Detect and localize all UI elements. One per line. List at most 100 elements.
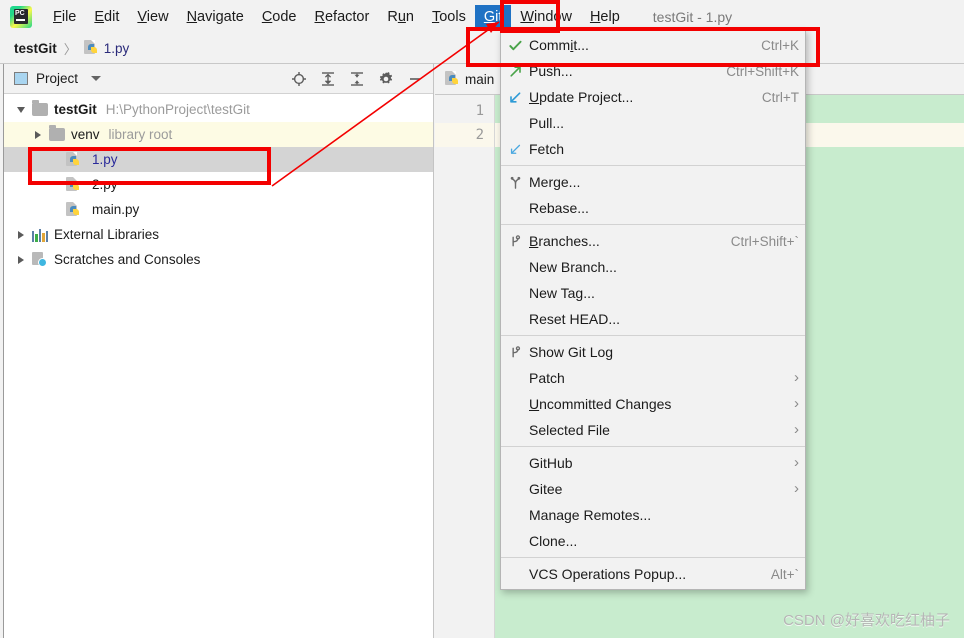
python-file-icon	[66, 201, 81, 218]
csdn-watermark: CSDN @好喜欢吃红柚子	[783, 612, 950, 629]
tree-node-label: 2.py	[92, 177, 118, 192]
git-menu-item-branches[interactable]: Branches... Ctrl+Shift+`	[501, 228, 805, 254]
git-menu-item-gitee[interactable]: Gitee ›	[501, 476, 805, 502]
git-menu-item-clone[interactable]: Clone...	[501, 528, 805, 554]
tree-expander-closed-icon[interactable]	[10, 255, 32, 264]
git-menu-item-label: Rebase...	[529, 200, 589, 216]
python-file-icon	[83, 40, 99, 56]
git-menu-item-label: Push...	[529, 63, 573, 79]
breadcrumb-project[interactable]: testGit	[14, 41, 57, 56]
chevron-right-icon	[18, 255, 24, 264]
git-menu-item-shortcut: Ctrl+K	[761, 37, 799, 53]
menu-separator	[501, 165, 805, 166]
python-file-icon	[445, 71, 460, 87]
git-menu-item-show-git-log[interactable]: Show Git Log	[501, 339, 805, 365]
pycharm-logo-icon: PC	[10, 5, 32, 28]
tree-node-testgit[interactable]: testGit H:\PythonProject\testGit	[4, 97, 433, 122]
git-dropdown-menu[interactable]: Commit... Ctrl+K Push... Ctrl+Shift+K Update…	[500, 29, 806, 590]
tree-node-venv[interactable]: venv library root	[4, 122, 433, 147]
git-menu-item-shortcut: Alt+`	[770, 566, 799, 582]
fetch-arrow-icon	[501, 142, 529, 157]
menu-view-item[interactable]: View	[128, 5, 177, 29]
git-menu-item-label: Selected File	[529, 422, 610, 438]
tree-node-label: venv	[71, 127, 100, 142]
chevron-right-icon: ›	[794, 395, 799, 412]
git-menu-item-uncommitted-changes[interactable]: Uncommitted Changes ›	[501, 391, 805, 417]
hide-minimize-icon[interactable]	[407, 71, 423, 87]
chevron-right-icon: ›	[794, 454, 799, 471]
git-menu-item-label: Uncommitted Changes	[529, 396, 672, 412]
menu-window-item[interactable]: Window	[511, 5, 581, 29]
git-menu-item-label: New Branch...	[529, 259, 617, 275]
project-tool-window: Project testGit H:\PythonProject\testGit…	[4, 64, 434, 638]
tree-node-label: Scratches and Consoles	[54, 252, 201, 267]
project-panel-title: Project	[36, 71, 79, 86]
folder-icon	[49, 125, 65, 141]
git-menu-item-github[interactable]: GitHub ›	[501, 450, 805, 476]
menu-tools-item[interactable]: Tools	[423, 5, 475, 29]
menu-refactor-item[interactable]: Refactor	[306, 5, 379, 29]
merge-icon	[501, 175, 529, 190]
editor-gutter[interactable]: 12	[435, 95, 495, 638]
menu-run-item[interactable]: Run	[378, 5, 423, 29]
chevron-down-icon[interactable]	[91, 76, 102, 81]
git-menu-item-label: GitHub	[529, 455, 573, 471]
tree-node-main-py[interactable]: main.py	[4, 197, 433, 222]
breadcrumb-separator-icon: 〉	[63, 41, 77, 57]
git-menu-item-fetch[interactable]: Fetch	[501, 136, 805, 162]
locate-target-icon[interactable]	[291, 71, 307, 87]
git-menu-item-label: Fetch	[529, 141, 565, 157]
tree-node-2-py[interactable]: 2.py	[4, 172, 433, 197]
menu-code-item[interactable]: Code	[253, 5, 306, 29]
git-menu-item-label: Branches...	[529, 233, 600, 249]
menu-file-item[interactable]: File	[44, 5, 85, 29]
tree-expander-closed-icon[interactable]	[10, 230, 32, 239]
tree-expander-open-icon[interactable]	[10, 106, 32, 113]
git-menu-item-selected-file[interactable]: Selected File ›	[501, 417, 805, 443]
tree-node-label: testGit	[54, 102, 97, 117]
menu-help-item[interactable]: Help	[581, 5, 629, 29]
git-menu-item-rebase[interactable]: Rebase...	[501, 195, 805, 221]
git-menu-item-label: Manage Remotes...	[529, 507, 652, 523]
tree-node-scratches-and-consoles[interactable]: Scratches and Consoles	[4, 247, 433, 272]
git-menu-item-label: New Tag...	[529, 285, 595, 301]
tree-node-label: External Libraries	[54, 227, 160, 242]
tree-expander-closed-icon[interactable]	[27, 130, 49, 139]
branch-icon	[501, 234, 529, 249]
python-file-icon	[66, 176, 81, 193]
editor-line-number: 2	[435, 123, 494, 147]
git-menu-item-manage-remotes[interactable]: Manage Remotes...	[501, 502, 805, 528]
python-file-icon	[66, 151, 81, 168]
menu-git-item[interactable]: Git	[474, 4, 512, 29]
git-menu-item-vcs-operations-popup[interactable]: VCS Operations Popup... Alt+`	[501, 561, 805, 587]
git-menu-item-patch[interactable]: Patch ›	[501, 365, 805, 391]
push-arrow-icon	[501, 64, 529, 79]
expand-all-icon[interactable]	[320, 71, 336, 87]
git-menu-item-pull[interactable]: Pull...	[501, 110, 805, 136]
git-menu-item-new-tag[interactable]: New Tag...	[501, 280, 805, 306]
chevron-right-icon	[35, 130, 41, 139]
git-menu-item-update-project[interactable]: Update Project... Ctrl+T	[501, 84, 805, 110]
git-menu-item-reset-head[interactable]: Reset HEAD...	[501, 306, 805, 332]
git-menu-item-push[interactable]: Push... Ctrl+Shift+K	[501, 58, 805, 84]
git-menu-item-label: Pull...	[529, 115, 565, 131]
menu-separator	[501, 446, 805, 447]
tree-node-external-libraries[interactable]: External Libraries	[4, 222, 433, 247]
editor-tab-label: main	[465, 71, 495, 87]
settings-gear-icon[interactable]	[378, 71, 394, 87]
collapse-all-icon[interactable]	[349, 71, 365, 87]
tree-node-detail: library root	[108, 127, 173, 142]
git-menu-item-label: Merge...	[529, 174, 581, 190]
chevron-right-icon: ›	[794, 480, 799, 497]
menu-edit-item[interactable]: Edit	[85, 5, 128, 29]
menu-navigate-item[interactable]: Navigate	[178, 5, 253, 29]
git-menu-item-label: Reset HEAD...	[529, 311, 621, 327]
git-menu-item-merge[interactable]: Merge...	[501, 169, 805, 195]
editor-tab-main[interactable]: main	[435, 64, 506, 94]
breadcrumb-file[interactable]: 1.py	[83, 40, 129, 56]
git-menu-item-new-branch[interactable]: New Branch...	[501, 254, 805, 280]
menu-separator	[501, 335, 805, 336]
git-menu-item-label: Clone...	[529, 533, 578, 549]
tree-node-1-py[interactable]: 1.py	[4, 147, 433, 172]
git-menu-item-commit[interactable]: Commit... Ctrl+K	[501, 32, 805, 58]
